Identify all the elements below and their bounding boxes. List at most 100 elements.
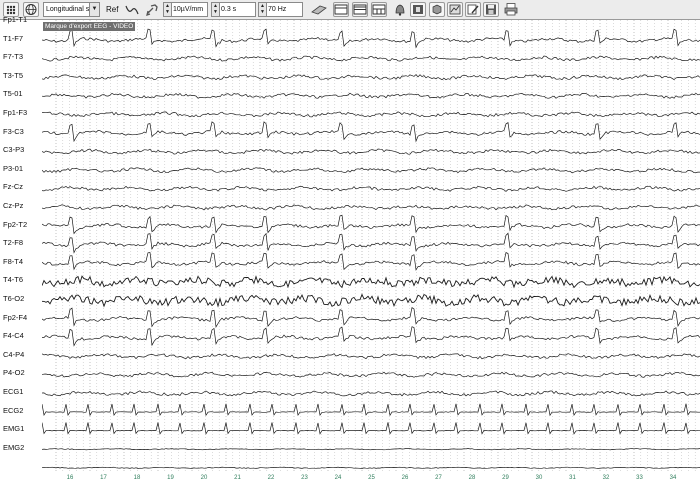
map-icon xyxy=(449,4,461,15)
second-label: 34 xyxy=(670,475,677,481)
page-layout-button[interactable] xyxy=(333,2,349,17)
electrode-button[interactable] xyxy=(124,2,140,17)
channel-label: Fp2-F4 xyxy=(3,312,28,322)
eraser-icon xyxy=(311,5,327,15)
eeg-trace-t3-t5 xyxy=(42,92,700,99)
second-label: 16 xyxy=(67,475,74,481)
second-label: 32 xyxy=(603,475,610,481)
montage-select[interactable]: Longitudinal std ▼ xyxy=(43,2,100,17)
eraser-button[interactable] xyxy=(310,2,328,17)
eeg-trace-ecg1 xyxy=(42,403,700,417)
eeg-trace-ecg2 xyxy=(42,422,700,435)
print-button[interactable] xyxy=(503,2,519,17)
sensitivity-spinner[interactable]: ▲ ▼ 10µV/mm xyxy=(163,2,208,17)
save-button[interactable] xyxy=(483,2,499,17)
chevron-down-icon: ▼ xyxy=(89,3,99,16)
channel-label: P4-O2 xyxy=(3,368,25,378)
channel-label: T3-T5 xyxy=(3,70,24,80)
second-label: 31 xyxy=(569,475,576,481)
eeg-trace-emg1 xyxy=(42,448,700,451)
channel-label: Cz-Pz xyxy=(3,201,24,210)
cube-button[interactable] xyxy=(429,2,445,17)
eeg-trace-t5-01 xyxy=(42,111,700,118)
link-button[interactable] xyxy=(144,2,160,17)
time-constant-spinner[interactable]: ▲ ▼ 0.3 s xyxy=(211,2,256,17)
channel-layout-button[interactable] xyxy=(371,2,387,17)
pencil-icon xyxy=(467,4,479,15)
video-button[interactable] xyxy=(410,2,426,17)
eeg-trace-f8-t4 xyxy=(42,275,700,289)
channel-labels: Fp1-T1 T1-F7 F7-T3 T3-T5 T5-01 Fp1-F3 F3-C3 C3-… xyxy=(0,15,42,471)
filter-spinner[interactable]: ▲ ▼ 70 Hz xyxy=(258,2,303,17)
second-label: 33 xyxy=(636,475,643,481)
channel-label: ECG1 xyxy=(3,387,24,396)
channel-label: T1-F7 xyxy=(3,33,24,43)
eeg-trace-c3-p3 xyxy=(42,167,700,174)
eeg-trace-fp2-f4 xyxy=(42,326,700,347)
channel-label: T6-O2 xyxy=(3,294,25,303)
eeg-trace-cz-pz xyxy=(42,214,700,235)
channel-label: Fp1-F3 xyxy=(3,108,28,117)
second-label: 19 xyxy=(167,475,174,481)
channel-label: F8-T4 xyxy=(3,256,24,266)
split-window-icon xyxy=(353,4,367,15)
reference-button[interactable]: Ref xyxy=(106,2,120,17)
eeg-trace-p4-o2 xyxy=(42,390,700,397)
split-view-button[interactable] xyxy=(352,2,368,17)
spinner-arrows-icon: ▲ ▼ xyxy=(212,3,220,16)
map-button[interactable] xyxy=(447,2,463,17)
channel-label: F7-T3 xyxy=(3,52,24,62)
second-label: 21 xyxy=(234,475,241,481)
channel-label: Fz-Cz xyxy=(3,182,23,192)
floppy-disk-icon xyxy=(486,4,496,15)
montage-value: Longitudinal std xyxy=(46,6,96,13)
channel-label: C4-P4 xyxy=(3,349,25,359)
eeg-trace-t1-f7 xyxy=(42,55,700,62)
eeg-trace-area[interactable]: 16 17 18 19 20 21 22 23 24 25 26 27 28 29 30 31 32 33 34 xyxy=(42,20,700,481)
channel-label: ECG2 xyxy=(3,405,24,415)
second-label: 18 xyxy=(134,475,141,481)
eeg-trace-f4-c4 xyxy=(42,353,700,360)
filter-value: 70 Hz xyxy=(268,6,287,13)
eeg-trace-fp2-t2 xyxy=(42,232,700,254)
eeg-trace-fz-cz xyxy=(42,204,700,211)
channel-label: P3-01 xyxy=(3,163,24,173)
second-label: 23 xyxy=(301,475,308,481)
eeg-trace-t2-f8 xyxy=(42,251,700,271)
edit-button[interactable] xyxy=(465,2,481,17)
eeg-trace-f3-c3 xyxy=(42,148,700,155)
eeg-trace-emg2 xyxy=(42,466,700,469)
second-label: 24 xyxy=(335,475,342,481)
channel-label: C3-P3 xyxy=(3,145,25,155)
second-label: 22 xyxy=(268,475,275,481)
channel-label: EMG2 xyxy=(3,442,25,452)
eeg-trace-fp1-f3 xyxy=(42,121,700,143)
second-label: 17 xyxy=(100,475,107,481)
electrode-icon xyxy=(125,5,139,15)
bell-button[interactable] xyxy=(392,2,408,17)
spinner-arrows-icon: ▲ ▼ xyxy=(164,3,172,16)
export-marker-label: Marque d'export EEG - VIDEO xyxy=(43,22,136,31)
second-label: 30 xyxy=(536,475,543,481)
eeg-trace-p3-01 xyxy=(42,185,700,192)
channel-label: F4-C4 xyxy=(3,331,24,341)
second-label: 26 xyxy=(402,475,409,481)
channel-label: T2-F8 xyxy=(3,238,24,248)
channel-label: EMG1 xyxy=(3,424,25,434)
time-constant-value: 0.3 s xyxy=(221,6,237,13)
grid-window-icon xyxy=(372,4,386,15)
film-icon xyxy=(413,5,423,14)
eeg-trace-c4-p4 xyxy=(42,371,700,378)
second-label: 27 xyxy=(435,475,442,481)
eeg-trace-t4-t6 xyxy=(42,293,700,308)
second-label: 29 xyxy=(502,475,509,481)
second-label: 28 xyxy=(469,475,476,481)
window-icon xyxy=(334,4,348,15)
channel-label: T5-01 xyxy=(3,89,23,99)
link-icon xyxy=(146,4,158,16)
toolbar: Longitudinal std ▼ Ref ▲ ▼ 10µV/mm ▲ ▼ 0.3… xyxy=(0,0,700,20)
channel-label: Fp2-T2 xyxy=(3,219,28,229)
cube-icon xyxy=(432,4,442,15)
second-label: 20 xyxy=(201,475,208,481)
sensitivity-value: 10µV/mm xyxy=(173,6,204,13)
